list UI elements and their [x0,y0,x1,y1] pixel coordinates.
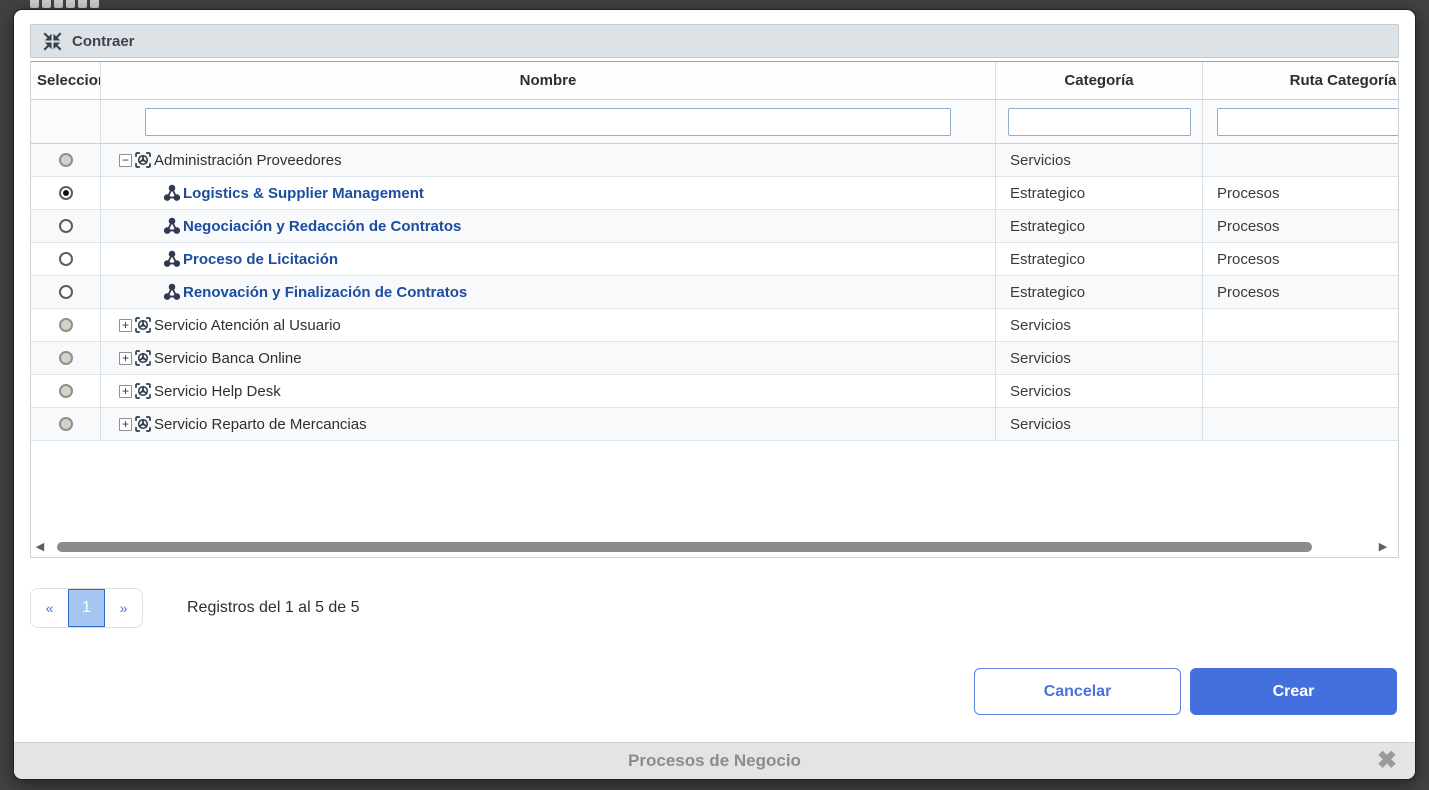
table-row: Renovación y Finalización de Contratos E… [31,276,1399,309]
table-row: + Servicio Banca Online Servicios [31,342,1399,375]
close-icon[interactable]: ✖ [1377,747,1397,775]
dialog-actions: Cancelar Crear [30,668,1399,715]
categoria-value: Servicios [996,309,1203,341]
table-row: Negociación y Redacción de Contratos Est… [31,210,1399,243]
ruta-categoria-filter-input[interactable] [1217,108,1399,136]
table-filter-row [31,100,1399,144]
radio-button[interactable] [59,153,73,167]
table-row: + Servicio Help Desk Servicios [31,375,1399,408]
radio-button[interactable] [59,417,73,431]
column-header-nombre: Nombre [101,62,996,99]
nombre-filter-input[interactable] [145,108,951,136]
records-summary: Registros del 1 al 5 de 5 [187,599,360,617]
table-row: − Administración Proveedores Servicios [31,144,1399,177]
table-row: + Servicio Reparto de Mercancias Servici… [31,408,1399,441]
table-row: + Servicio Atención al Usuario Servicios [31,309,1399,342]
categoria-value: Estrategico [996,276,1203,308]
node-link[interactable]: Renovación y Finalización de Contratos [183,284,467,301]
hierarchy-icon [163,250,181,268]
hierarchy-icon [163,217,181,235]
expand-node-icon[interactable]: + [119,418,132,431]
categoria-filter-input[interactable] [1008,108,1191,136]
categoria-value: Estrategico [996,243,1203,275]
collapse-node-icon[interactable]: − [119,154,132,167]
scrollbar-thumb[interactable] [57,542,1312,552]
radio-button[interactable] [59,285,73,299]
ruta-categoria-value: Procesos [1203,177,1399,209]
radio-button[interactable] [59,384,73,398]
radio-button[interactable] [59,219,73,233]
ruta-categoria-value: Procesos [1203,210,1399,242]
cancel-button[interactable]: Cancelar [974,668,1181,715]
previous-page-button[interactable]: « [31,589,68,627]
categoria-value: Servicios [996,408,1203,440]
process-icon [134,382,152,400]
modal-body: Contraer Seleccion Nombre Categoría Ruta… [14,10,1415,742]
scroll-left-icon[interactable]: ◀ [31,537,49,557]
categoria-value: Estrategico [996,210,1203,242]
node-label: Servicio Atención al Usuario [154,317,341,334]
table-header-row: Seleccion Nombre Categoría Ruta Categorí… [31,62,1399,100]
next-page-button[interactable]: » [105,589,142,627]
ruta-categoria-value [1203,144,1399,176]
categoria-value: Servicios [996,342,1203,374]
radio-button[interactable] [59,318,73,332]
background-clipped-text [30,0,99,8]
pagination-row: « 1 » Registros del 1 al 5 de 5 [30,588,1399,628]
node-label: Servicio Banca Online [154,350,302,367]
modal-title: Procesos de Negocio [628,751,801,771]
column-header-ruta-categoria: Ruta Categoría [1203,62,1399,99]
ruta-categoria-value [1203,408,1399,440]
node-label: Servicio Help Desk [154,383,281,400]
radio-button[interactable] [59,252,73,266]
process-icon [134,151,152,169]
node-link[interactable]: Proceso de Licitación [183,251,338,268]
expand-node-icon[interactable]: + [119,352,132,365]
hierarchy-icon [163,184,181,202]
table-row: Logistics & Supplier Management Estrateg… [31,177,1399,210]
current-page-button[interactable]: 1 [68,589,105,627]
radio-button[interactable] [59,186,73,200]
procesos-negocio-modal: Contraer Seleccion Nombre Categoría Ruta… [14,10,1415,779]
collapse-all-label: Contraer [72,33,135,50]
node-label: Servicio Reparto de Mercancias [154,416,367,433]
pagination: « 1 » [30,588,143,628]
categoria-value: Servicios [996,375,1203,407]
process-tree-table: Seleccion Nombre Categoría Ruta Categorí… [30,61,1399,558]
table-row: Proceso de Licitación Estrategico Proces… [31,243,1399,276]
compress-icon [43,32,62,51]
expand-node-icon[interactable]: + [119,319,132,332]
collapse-all-button[interactable]: Contraer [30,24,1399,58]
node-link[interactable]: Negociación y Redacción de Contratos [183,218,461,235]
node-link[interactable]: Logistics & Supplier Management [183,185,424,202]
ruta-categoria-value [1203,375,1399,407]
horizontal-scrollbar[interactable]: ◀ ▶ [31,537,1398,557]
ruta-categoria-value: Procesos [1203,276,1399,308]
process-icon [134,316,152,334]
expand-node-icon[interactable]: + [119,385,132,398]
column-header-categoria: Categoría [996,62,1203,99]
categoria-value: Servicios [996,144,1203,176]
ruta-categoria-value [1203,342,1399,374]
process-icon [134,349,152,367]
table-empty-area [31,441,1399,534]
ruta-categoria-value: Procesos [1203,243,1399,275]
scroll-right-icon[interactable]: ▶ [1374,537,1392,557]
process-icon [134,415,152,433]
hierarchy-icon [163,283,181,301]
modal-footer: Procesos de Negocio ✖ [14,742,1415,779]
column-header-seleccion: Seleccion [31,62,101,99]
node-label: Administración Proveedores [154,152,342,169]
ruta-categoria-value [1203,309,1399,341]
radio-button[interactable] [59,351,73,365]
categoria-value: Estrategico [996,177,1203,209]
create-button[interactable]: Crear [1190,668,1397,715]
